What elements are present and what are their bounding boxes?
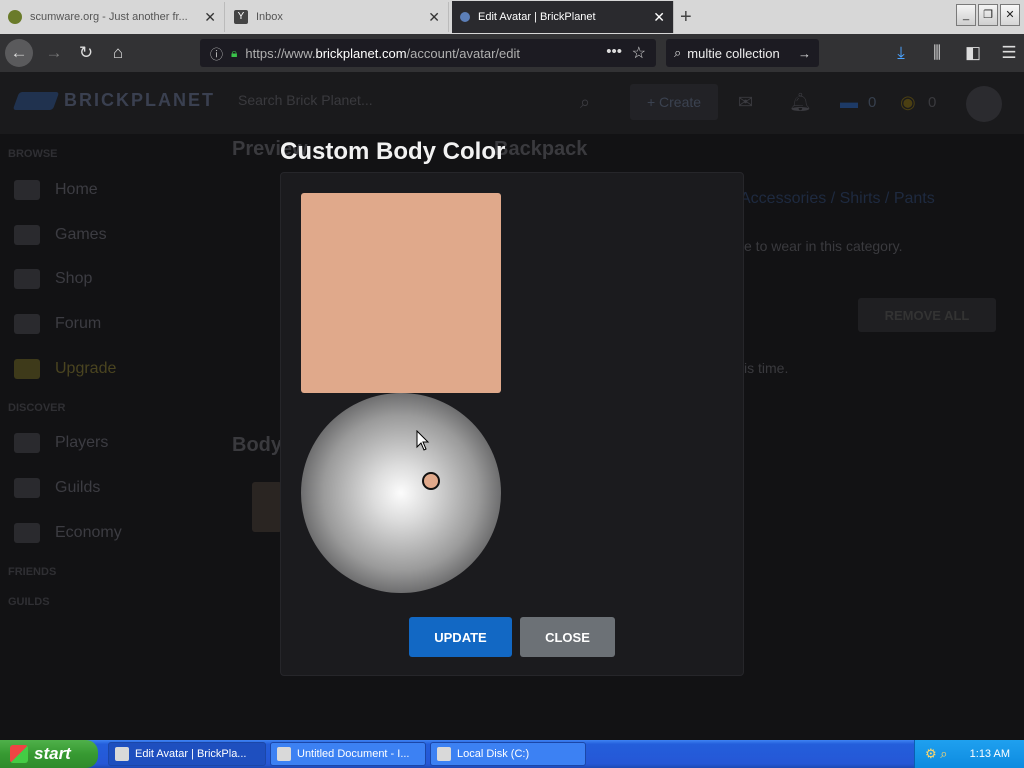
sidebar-item-upgrade[interactable]: Upgrade xyxy=(14,359,116,379)
sidebar-heading-discover: DISCOVER xyxy=(8,402,66,414)
brickplanet-logo[interactable]: BRICKPLANET xyxy=(12,90,215,111)
modal-title: Custom Body Color xyxy=(280,138,506,165)
currency-coins-count: 0 xyxy=(928,94,937,111)
close-icon[interactable]: ✕ xyxy=(204,9,216,26)
sidebar-item-home[interactable]: Home xyxy=(14,180,98,200)
close-button[interactable]: CLOSE xyxy=(520,617,615,657)
color-picker-handle[interactable] xyxy=(422,472,440,490)
taskbar-item-firefox[interactable]: Edit Avatar | BrickPla... xyxy=(108,742,266,766)
gamepad-icon xyxy=(14,225,40,245)
restore-button[interactable]: ❐ xyxy=(978,4,998,26)
clock: 1:13 AM xyxy=(969,748,1010,760)
update-button[interactable]: UPDATE xyxy=(409,617,512,657)
sidebar-heading-guilds: GUILDS xyxy=(8,596,50,608)
document-icon xyxy=(277,747,291,761)
minimize-button[interactable]: _ xyxy=(956,4,976,26)
create-button[interactable]: + Create xyxy=(630,84,718,120)
currency-bills-icon: ▬ xyxy=(840,92,858,112)
window-controls: _ ❐ ✕ xyxy=(956,4,1020,26)
windows-taskbar: start Edit Avatar | BrickPla... Untitled… xyxy=(0,740,1024,768)
mouse-cursor-icon xyxy=(416,430,430,451)
color-preview-swatch xyxy=(301,193,501,393)
tab-label: scumware.org - Just another fr... xyxy=(30,11,188,23)
site-header: BRICKPLANET Search Brick Planet... ⌕ + C… xyxy=(0,72,1024,134)
new-tab-icon[interactable]: + xyxy=(680,6,692,29)
firefox-icon xyxy=(115,747,129,761)
notifications-bell-icon[interactable]: 🔔︎ xyxy=(789,92,812,113)
home-icon xyxy=(14,180,40,200)
brickplanet-favicon-icon xyxy=(460,12,470,22)
browser-tab-strip: scumware.org - Just another fr... ✕ Y In… xyxy=(0,0,1024,34)
tab-label: Inbox xyxy=(256,11,283,23)
guilds-swords-icon xyxy=(14,478,40,498)
custom-body-color-modal: UPDATE CLOSE xyxy=(280,172,744,676)
sidebar-item-games[interactable]: Games xyxy=(14,225,107,245)
tab-label: Edit Avatar | BrickPlanet xyxy=(478,11,596,23)
address-bar[interactable]: ⓘ 🔒︎ https://www.brickplanet.com/account… xyxy=(200,39,656,67)
site-sidebar: BROWSE Home Games Shop Forum Upgrade DIS… xyxy=(0,134,222,740)
search-go-arrow-icon[interactable]: → xyxy=(798,46,811,61)
close-icon[interactable]: ✕ xyxy=(653,9,665,26)
download-icon[interactable]: ⤓ xyxy=(886,38,916,68)
menu-icon[interactable]: ☰ xyxy=(994,38,1024,68)
page-actions-icon[interactable]: ••• xyxy=(606,43,622,60)
color-wheel[interactable] xyxy=(301,393,501,593)
crown-icon xyxy=(14,359,40,379)
wear-hint-text: e to wear in this category. xyxy=(744,238,903,254)
tray-icons[interactable]: ⚙ ⌕ xyxy=(925,746,948,762)
forward-arrow-icon[interactable]: → xyxy=(39,38,69,68)
search-icon: ⌕ xyxy=(674,45,682,60)
messages-icon[interactable]: ✉ xyxy=(738,92,753,113)
back-arrow-icon[interactable]: ← xyxy=(5,39,33,67)
search-box[interactable]: ⌕ multie collection → xyxy=(666,39,819,67)
sidebar-toggle-icon[interactable]: ◧ xyxy=(958,38,988,68)
players-icon xyxy=(14,433,40,453)
avatar[interactable] xyxy=(966,86,1002,122)
site-search-input[interactable]: Search Brick Planet... xyxy=(238,92,373,108)
start-button[interactable]: start xyxy=(0,740,98,768)
toolbar-icons: ⤓ ⫼ ◧ ☰ xyxy=(886,38,1024,68)
reload-icon[interactable]: ↻ xyxy=(71,38,101,68)
empty-hint-text: is time. xyxy=(744,360,789,376)
tab-scumware[interactable]: scumware.org - Just another fr... ✕ xyxy=(0,2,225,32)
sidebar-item-players[interactable]: Players xyxy=(14,433,108,453)
library-icon[interactable]: ⫼ xyxy=(922,38,952,68)
body-part-swatch[interactable] xyxy=(252,482,282,532)
currency-bills-count: 0 xyxy=(868,94,877,111)
search-value: multie collection xyxy=(687,45,780,61)
body-heading: Body xyxy=(232,434,282,456)
shop-basket-icon xyxy=(14,269,40,289)
taskbar-item-local-disk[interactable]: Local Disk (C:) xyxy=(430,742,586,766)
home-icon[interactable]: ⌂ xyxy=(103,38,133,68)
tab-inbox[interactable]: Y Inbox ✕ xyxy=(226,2,449,32)
url-text: https://www.brickplanet.com/account/avat… xyxy=(245,45,520,61)
yahoo-favicon-icon: Y xyxy=(234,10,248,24)
economy-chart-icon xyxy=(14,523,40,543)
info-icon[interactable]: ⓘ xyxy=(210,44,223,63)
search-icon[interactable]: ⌕ xyxy=(580,92,590,113)
bookmark-star-icon[interactable]: ☆ xyxy=(632,43,646,63)
disk-drive-icon xyxy=(437,747,451,761)
site-favicon-icon xyxy=(8,10,22,24)
browser-nav-bar: ← → ↻ ⌂ ⓘ 🔒︎ https://www.brickplanet.com… xyxy=(0,34,1024,72)
close-icon[interactable]: ✕ xyxy=(428,9,440,26)
sidebar-heading-friends: FRIENDS xyxy=(8,566,57,578)
forum-icon xyxy=(14,314,40,334)
sidebar-item-forum[interactable]: Forum xyxy=(14,314,101,334)
sidebar-item-guilds[interactable]: Guilds xyxy=(14,478,100,498)
window-close-button[interactable]: ✕ xyxy=(1000,4,1020,26)
system-tray: ⚙ ⌕ 1:13 AM xyxy=(914,740,1024,768)
backpack-heading: Backpack xyxy=(494,138,588,160)
currency-coins-icon: ◉ xyxy=(900,92,916,112)
taskbar-item-untitled-document[interactable]: Untitled Document - I... xyxy=(270,742,426,766)
category-breadcrumb[interactable]: Accessories / Shirts / Pants xyxy=(740,190,935,208)
sidebar-item-shop[interactable]: Shop xyxy=(14,269,92,289)
lock-icon: 🔒︎ xyxy=(231,45,238,60)
sidebar-item-economy[interactable]: Economy xyxy=(14,523,122,543)
windows-logo-icon xyxy=(10,745,28,763)
tab-edit-avatar[interactable]: Edit Avatar | BrickPlanet ✕ xyxy=(452,1,674,33)
remove-all-button[interactable]: REMOVE ALL xyxy=(858,298,996,332)
sidebar-heading-browse: BROWSE xyxy=(8,148,58,160)
